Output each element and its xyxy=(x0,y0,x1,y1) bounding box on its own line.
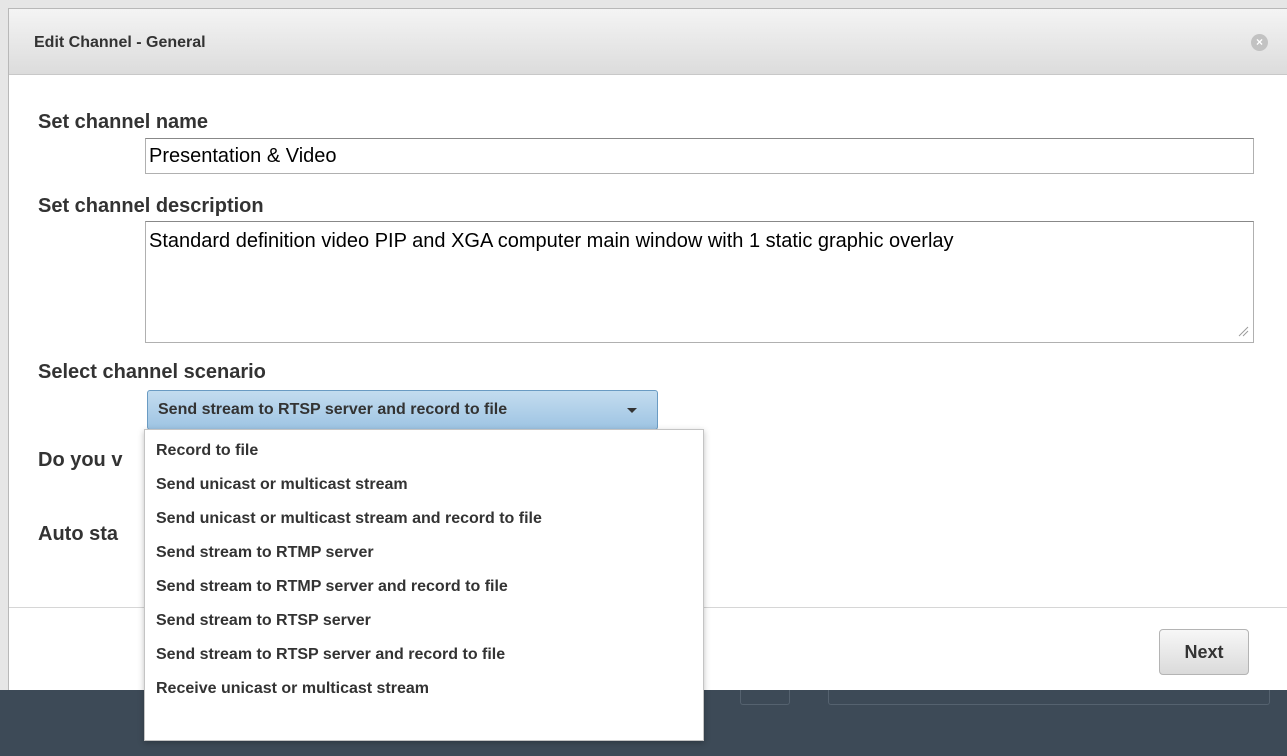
channel-description-textarea[interactable]: Standard definition video PIP and XGA co… xyxy=(145,221,1254,343)
background-control xyxy=(740,690,790,705)
close-icon[interactable]: × xyxy=(1251,34,1268,51)
channel-scenario-label: Select channel scenario xyxy=(38,361,266,383)
partial-question-label: Do you v xyxy=(38,449,123,471)
scenario-option-record-to-file[interactable]: Record to file xyxy=(145,434,703,468)
next-button[interactable]: Next xyxy=(1159,629,1249,675)
scenario-option-rtsp[interactable]: Send stream to RTSP server xyxy=(145,604,703,638)
resize-grip-icon[interactable] xyxy=(1237,325,1249,337)
dialog-title: Edit Channel - General xyxy=(34,34,206,51)
scenario-option-receive-stream[interactable]: Receive unicast or multicast stream xyxy=(145,672,703,706)
background-control xyxy=(828,690,1270,705)
partial-autostart-label: Auto sta xyxy=(38,523,118,545)
scenario-dropdown-menu: Record to file Send unicast or multicast… xyxy=(144,429,704,741)
scenario-option-unicast-multicast-record[interactable]: Send unicast or multicast stream and rec… xyxy=(145,502,703,536)
scenario-option-unicast-multicast[interactable]: Send unicast or multicast stream xyxy=(145,468,703,502)
channel-name-input[interactable] xyxy=(145,138,1254,174)
scenario-option-rtsp-record[interactable]: Send stream to RTSP server and record to… xyxy=(145,638,703,672)
caret-down-icon xyxy=(627,408,637,413)
scenario-option-rtmp[interactable]: Send stream to RTMP server xyxy=(145,536,703,570)
scenario-select-value: Send stream to RTSP server and record to… xyxy=(158,401,508,418)
channel-name-label: Set channel name xyxy=(38,111,209,133)
channel-description-label: Set channel description xyxy=(38,195,264,217)
scenario-select[interactable]: Send stream to RTSP server and record to… xyxy=(147,390,658,430)
scenario-option-rtmp-record[interactable]: Send stream to RTMP server and record to… xyxy=(145,570,703,604)
dialog-titlebar: Edit Channel - General × xyxy=(9,9,1287,75)
